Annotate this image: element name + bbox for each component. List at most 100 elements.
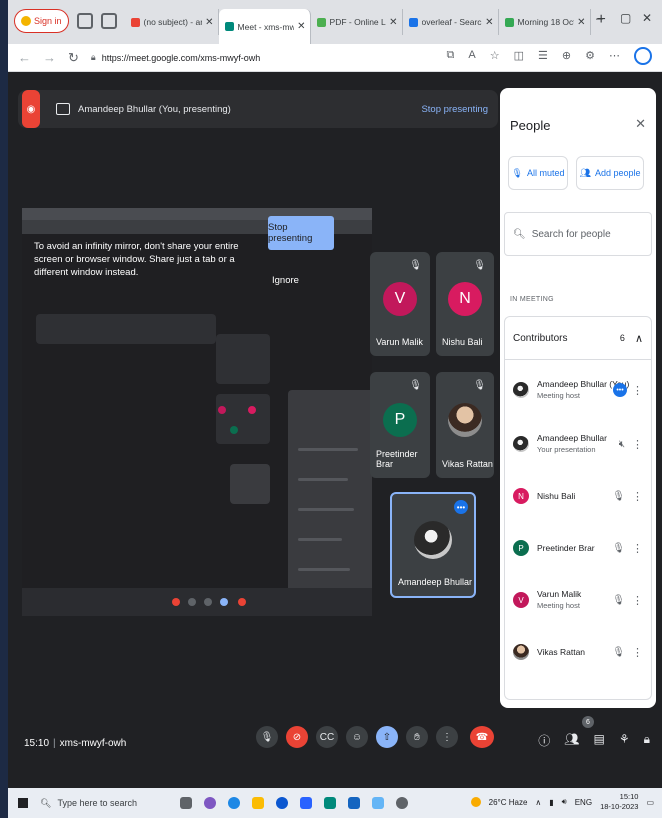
warning-ignore-button[interactable]: Ignore bbox=[272, 275, 299, 286]
mirrored-avatar bbox=[230, 426, 238, 434]
minimize-button[interactable]: – bbox=[596, 11, 603, 25]
close-panel-icon[interactable]: ✕ bbox=[635, 116, 646, 132]
favorite-star-icon[interactable]: ☆ bbox=[490, 49, 500, 65]
list-item[interactable]: Amandeep Bhullar (You) Meeting host ••• … bbox=[505, 364, 653, 416]
store-icon[interactable] bbox=[300, 797, 312, 809]
activities-icon[interactable]: ⚘ bbox=[619, 732, 630, 749]
mic-off-icon[interactable]: 🎙︎ bbox=[612, 647, 625, 658]
tab-actions-icon[interactable] bbox=[100, 13, 117, 29]
warning-stop-presenting-button[interactable]: Stop presenting bbox=[268, 216, 334, 250]
people-icon[interactable]: 👥︎ bbox=[564, 732, 579, 749]
windows-start-icon[interactable] bbox=[18, 798, 28, 808]
maximize-button[interactable]: ▢ bbox=[620, 11, 631, 25]
close-tab-icon[interactable]: ✕ bbox=[205, 17, 213, 28]
participant-tile-amandeep[interactable]: ••• Amandeep Bhullar bbox=[390, 492, 476, 598]
close-tab-icon[interactable]: ✕ bbox=[485, 17, 493, 28]
favorites-icon[interactable]: ☰ bbox=[538, 49, 548, 65]
camera-off-icon[interactable]: ⊘ bbox=[286, 726, 308, 748]
participant-tile-varun[interactable]: 🎙︎ V Varun Malik bbox=[370, 252, 430, 356]
reload-icon[interactable]: ↻ bbox=[68, 50, 79, 66]
close-tab-icon[interactable]: ✕ bbox=[577, 17, 585, 28]
close-tab-icon[interactable]: ✕ bbox=[297, 21, 305, 32]
list-item[interactable]: Vikas Rattan 🎙︎ ⋮ bbox=[505, 626, 653, 678]
settings-icon[interactable] bbox=[396, 797, 408, 809]
chat-icon[interactable]: ▤ bbox=[594, 732, 605, 749]
close-tab-icon[interactable]: ✕ bbox=[389, 17, 397, 28]
back-arrow-icon[interactable]: ← bbox=[18, 50, 31, 65]
more-vert-icon[interactable]: ⋮ bbox=[632, 438, 643, 451]
participant-tile-vikas[interactable]: 🎙︎ Vikas Rattan bbox=[436, 372, 494, 478]
language-indicator[interactable]: ENG bbox=[575, 798, 592, 807]
participant-name: Nishu Bali bbox=[442, 337, 483, 347]
emoji-reaction-icon[interactable]: ☺ bbox=[346, 726, 368, 748]
tray-chevron-icon[interactable]: ∧ bbox=[535, 798, 541, 807]
participant-tile-nishu[interactable]: 🎙︎ N Nishu Bali bbox=[436, 252, 494, 356]
info-icon[interactable]: ⓘ bbox=[538, 732, 550, 749]
copilot-icon[interactable] bbox=[634, 47, 652, 65]
notification-icon[interactable]: ▭ bbox=[646, 798, 654, 807]
present-now-icon[interactable]: ⇧ bbox=[376, 726, 398, 748]
edge-icon[interactable] bbox=[276, 797, 288, 809]
taskbar-search-input[interactable]: 🔍︎ Type here to search bbox=[40, 792, 150, 814]
in-meeting-label: IN MEETING bbox=[510, 296, 554, 303]
captions-icon[interactable]: CC bbox=[316, 726, 338, 748]
volume-icon[interactable]: 🔊︎ bbox=[562, 797, 567, 807]
host-controls-icon[interactable]: 🔒︎ bbox=[644, 732, 650, 749]
more-options-icon[interactable]: ••• bbox=[454, 500, 468, 514]
more-menu-icon[interactable]: ⋯ bbox=[609, 49, 620, 65]
list-item[interactable]: N Nishu Bali 🎙︎ ⋮ bbox=[505, 470, 653, 522]
participant-tile-preetinder[interactable]: 🎙︎ P Preetinder Brar bbox=[370, 372, 430, 478]
list-item[interactable]: P Preetinder Brar 🎙︎ ⋮ bbox=[505, 522, 653, 574]
split-screen-icon[interactable]: ◫ bbox=[514, 49, 524, 65]
more-vert-icon[interactable]: ⋮ bbox=[632, 646, 643, 659]
workspaces-icon[interactable] bbox=[76, 13, 93, 29]
word-icon[interactable] bbox=[348, 797, 360, 809]
list-item[interactable]: Amandeep Bhullar Your presentation 🔇︎ ⋮ bbox=[505, 418, 653, 470]
url-omnibox[interactable]: 🔒︎ https://meet.google.com/xms-mwyf-owh bbox=[91, 48, 491, 68]
read-aloud-icon[interactable]: A bbox=[468, 49, 475, 65]
more-vert-icon[interactable]: ⋮ bbox=[632, 542, 643, 555]
more-vert-icon[interactable]: ⋮ bbox=[632, 594, 643, 607]
stop-presenting-link[interactable]: Stop presenting bbox=[421, 104, 488, 115]
avatar: P bbox=[513, 540, 529, 556]
photos-icon[interactable] bbox=[324, 797, 336, 809]
mirrored-row bbox=[298, 478, 348, 481]
mic-off-icon[interactable]: 🎙︎ bbox=[612, 491, 625, 502]
weather-text[interactable]: 26°C Haze bbox=[489, 798, 528, 807]
screen-share-icon[interactable]: ⧉ bbox=[447, 49, 455, 65]
search-people-input[interactable]: 🔍︎ Search for people bbox=[504, 212, 652, 256]
extensions-icon[interactable]: ⚙ bbox=[585, 49, 595, 65]
tab-overleaf-search[interactable]: overleaf - Search ✕ bbox=[403, 9, 499, 35]
more-vert-icon[interactable]: ⋮ bbox=[632, 384, 643, 397]
participant-name: Amandeep Bhullar bbox=[398, 577, 473, 587]
app-icon[interactable] bbox=[372, 797, 384, 809]
tab-meet[interactable]: Meet - xms-mwyf-owh ✕ bbox=[218, 9, 311, 44]
tab-morning[interactable]: Morning 18 October 2023 - C ✕ bbox=[499, 9, 591, 35]
chrome-icon[interactable] bbox=[228, 797, 240, 809]
mic-off-icon[interactable]: 🔇︎ bbox=[619, 439, 625, 450]
list-item[interactable]: V Varun Malik Meeting host 🎙︎ ⋮ bbox=[505, 574, 653, 626]
clock[interactable]: 15:10 18-10-2023 bbox=[600, 792, 638, 812]
mic-off-icon[interactable]: 🎙︎ bbox=[612, 595, 625, 606]
task-view-icon[interactable] bbox=[180, 797, 192, 809]
profile-sign-in-button[interactable]: Sign in bbox=[14, 9, 69, 33]
taskbar-search-placeholder: Type here to search bbox=[57, 798, 137, 808]
network-icon[interactable]: ▮ bbox=[549, 798, 553, 807]
raise-hand-icon[interactable]: ✋︎ bbox=[406, 726, 428, 748]
mic-off-icon[interactable]: 🎙︎ bbox=[612, 543, 625, 554]
microphone-icon[interactable]: 🎙︎ bbox=[256, 726, 278, 748]
app-icon[interactable] bbox=[204, 797, 216, 809]
leave-call-icon[interactable]: ☎︎ bbox=[470, 726, 494, 748]
add-people-button[interactable]: 👥︎ Add people bbox=[576, 156, 644, 190]
close-window-button[interactable]: ✕ bbox=[642, 11, 652, 25]
collections-icon[interactable]: ⊕ bbox=[562, 49, 571, 65]
mic-off-icon: 🎙︎ bbox=[473, 260, 486, 271]
tab-overleaf-pdf[interactable]: PDF - Online LaTeX Editor Ove ✕ bbox=[311, 9, 403, 35]
more-vert-icon[interactable]: ⋮ bbox=[632, 490, 643, 503]
more-options-icon[interactable]: ⋮ bbox=[436, 726, 458, 748]
file-explorer-icon[interactable] bbox=[252, 797, 264, 809]
forward-arrow-icon[interactable]: → bbox=[43, 50, 56, 65]
tab-gmail[interactable]: (no subject) - amandeep.bhull ✕ bbox=[125, 9, 219, 35]
contributors-header[interactable]: Contributors 6 ∧ bbox=[504, 316, 652, 360]
all-muted-button[interactable]: 🎙︎ All muted bbox=[508, 156, 568, 190]
